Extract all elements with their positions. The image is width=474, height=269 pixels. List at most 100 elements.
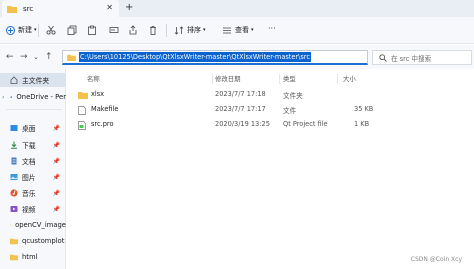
sidebar-item-pictures[interactable]: 图片 📌 — [0, 170, 66, 184]
qt-project-icon — [78, 121, 86, 130]
more-options-button[interactable]: ··· — [268, 24, 276, 33]
sidebar-item-opencv-image[interactable]: openCV_image — [0, 218, 66, 232]
document-icon — [11, 157, 17, 165]
file-row-makefile[interactable]: Makefile 2023/7/7 17:17 文件 35 KB — [72, 104, 374, 116]
plus-circle-icon — [6, 25, 15, 35]
search-icon — [379, 53, 387, 62]
sidebar-item-home[interactable]: 主文件夹 — [0, 73, 66, 87]
view-button[interactable]: 查看 ▾ — [222, 25, 254, 35]
navigation-pane: 主文件夹 › OneDrive - Per 桌面 📌 下载 📌 文档 📌 图片 … — [0, 69, 66, 269]
sidebar-item-onedrive[interactable]: › OneDrive - Per — [0, 90, 66, 104]
chevron-right-icon[interactable]: › — [2, 94, 4, 101]
share-icon[interactable] — [128, 25, 138, 35]
sidebar-item-label: 音乐 — [22, 190, 36, 198]
paste-icon[interactable] — [87, 25, 97, 35]
file-date: 2023/7/7 17:17 — [215, 105, 266, 113]
new-button[interactable]: 新建 ▾ — [6, 25, 37, 35]
address-bar[interactable]: C:\Users\10125\Desktop\QtXlsxWriter-mast… — [62, 50, 368, 65]
copy-icon[interactable] — [67, 25, 77, 35]
watermark: CSDN @Coin Xcy — [410, 256, 462, 263]
tab-label: src — [23, 4, 34, 13]
file-date: 2023/7/7 17:18 — [215, 90, 266, 98]
sidebar-item-label: openCV_image — [15, 221, 66, 229]
folder-icon — [10, 238, 18, 245]
music-icon — [10, 189, 18, 197]
sidebar-item-documents[interactable]: 文档 📌 — [0, 154, 66, 168]
file-name[interactable]: src.pro — [91, 120, 114, 128]
chevron-down-icon: ▾ — [251, 27, 254, 33]
search-box[interactable]: 在 src 中搜索 — [372, 50, 472, 65]
sidebar-item-music[interactable]: 音乐 📌 — [0, 186, 66, 200]
forward-arrow-icon[interactable]: → — [20, 52, 28, 62]
rename-icon[interactable] — [109, 25, 119, 35]
home-icon — [10, 76, 18, 84]
recent-chevron-icon[interactable]: ⌄ — [33, 53, 39, 61]
new-label: 新建 — [18, 26, 32, 34]
sidebar-item-label: 图片 — [22, 174, 36, 182]
close-tab-icon[interactable]: ✕ — [106, 3, 113, 12]
file-type: 文件 — [283, 107, 297, 115]
sidebar-item-label: 桌面 — [22, 125, 36, 133]
sidebar-item-label: html — [22, 253, 38, 261]
column-date-modified[interactable]: 修改日期 — [215, 74, 241, 83]
sidebar-item-label: 文档 — [22, 158, 36, 166]
pin-icon: 📌 — [52, 173, 60, 181]
file-name[interactable]: xlsx — [91, 90, 104, 98]
pin-icon: 📌 — [52, 141, 60, 149]
folder-icon — [67, 54, 76, 61]
sidebar-item-label: qcustomplot — [22, 237, 65, 245]
video-icon — [10, 206, 18, 212]
new-tab-button[interactable]: + — [125, 2, 133, 13]
chevron-down-icon: ▾ — [203, 27, 206, 33]
sidebar-item-videos[interactable]: 视频 📌 — [0, 202, 66, 216]
pin-icon: 📌 — [52, 124, 60, 132]
pin-icon: 📌 — [52, 157, 60, 165]
sidebar-item-downloads[interactable]: 下载 📌 — [0, 138, 66, 152]
up-arrow-icon[interactable]: ↑ — [45, 52, 53, 62]
sidebar-item-qcustomplot[interactable]: qcustomplot — [0, 234, 66, 248]
sidebar-item-label: 主文件夹 — [22, 77, 50, 85]
folder-icon — [10, 224, 12, 226]
folder-icon — [10, 254, 18, 261]
column-size[interactable]: 大小 — [343, 74, 356, 83]
back-arrow-icon[interactable]: ← — [6, 52, 14, 62]
view-label: 查看 — [235, 26, 249, 34]
sidebar-item-label: 视频 — [22, 206, 36, 214]
file-date: 2020/3/19 13:25 — [215, 120, 270, 128]
chevron-down-icon: ▾ — [34, 27, 37, 33]
column-divider[interactable] — [279, 74, 280, 84]
title-bar: src ✕ + — [0, 0, 474, 17]
file-row-src-pro[interactable]: src.pro 2020/3/19 13:25 Qt Project file … — [72, 119, 372, 131]
file-name[interactable]: Makefile — [91, 105, 118, 113]
sidebar-item-label: 下载 — [22, 142, 36, 150]
divider — [38, 24, 39, 37]
file-row-xlsx[interactable]: xlsx 2023/7/7 17:18 文件夹 — [72, 89, 372, 101]
sidebar-item-desktop[interactable]: 桌面 📌 — [0, 121, 66, 135]
sidebar-item-html[interactable]: html — [0, 250, 66, 264]
sidebar-item-label: OneDrive - Per — [16, 93, 66, 101]
tab-src[interactable]: src ✕ — [2, 0, 119, 17]
file-type: 文件夹 — [283, 92, 303, 100]
desktop-icon — [10, 125, 18, 131]
cut-icon[interactable] — [46, 25, 56, 35]
delete-icon[interactable] — [148, 25, 158, 35]
address-path[interactable]: C:\Users\10125\Desktop\QtXlsxWriter-mast… — [79, 52, 311, 62]
column-divider[interactable] — [212, 74, 213, 84]
column-type[interactable]: 类型 — [283, 74, 296, 83]
sort-label: 排序 — [187, 26, 201, 34]
cloud-icon — [10, 96, 13, 98]
sort-button[interactable]: 排序 ▾ — [174, 25, 206, 35]
file-type: Qt Project file — [283, 120, 328, 128]
column-name[interactable]: 名称 — [87, 74, 100, 83]
column-divider[interactable] — [337, 74, 338, 84]
pin-icon: 📌 — [52, 205, 60, 213]
file-size: 1 KB — [354, 120, 370, 128]
address-row: ← → ⌄ ↑ C:\Users\10125\Desktop\QtXlsxWri… — [0, 45, 474, 69]
divider — [6, 109, 62, 110]
folder-icon — [7, 5, 17, 13]
download-icon — [11, 141, 17, 149]
file-size: 35 KB — [354, 105, 374, 113]
picture-icon — [10, 174, 18, 180]
sort-icon — [174, 25, 184, 35]
view-icon — [223, 27, 231, 33]
